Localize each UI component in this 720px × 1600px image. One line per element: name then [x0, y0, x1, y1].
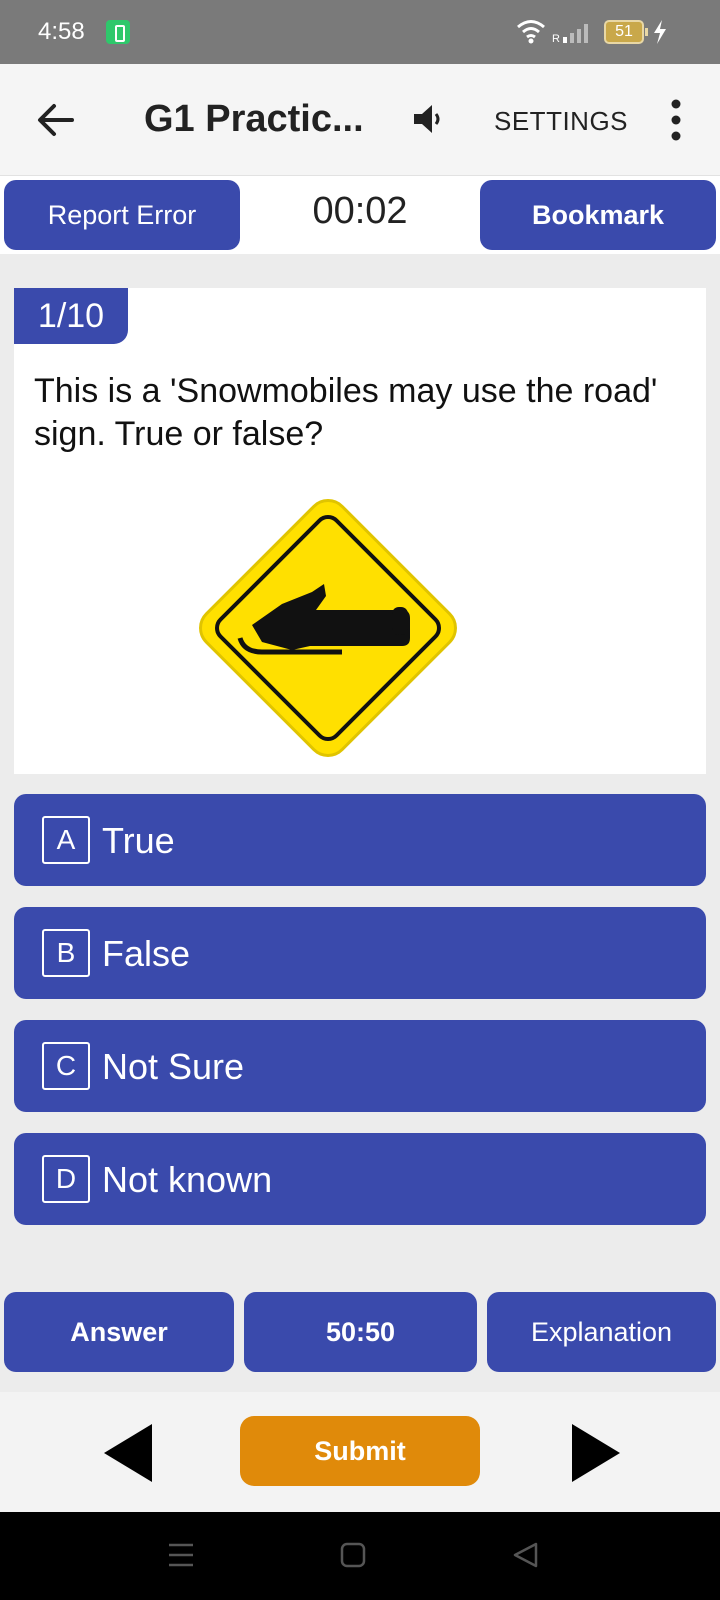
previous-arrow-icon[interactable] [104, 1424, 152, 1482]
more-options-icon[interactable] [664, 98, 688, 142]
option-c-button[interactable]: C Not Sure [14, 1020, 706, 1112]
question-card: 1/10 This is a 'Snowmobiles may use the … [14, 288, 706, 774]
explanation-button[interactable]: Explanation [487, 1292, 716, 1372]
back-icon[interactable] [512, 1542, 538, 1568]
submit-button[interactable]: Submit [240, 1416, 480, 1486]
status-bar: 4:58 R 51 [0, 0, 720, 64]
option-text: Not known [102, 1159, 273, 1200]
status-time: 4:58 [38, 18, 85, 45]
app-bar: G1 Practic... SETTINGS [0, 64, 720, 176]
top-controls: Report Error 00:02 Bookmark [0, 176, 720, 254]
option-letter: C [42, 1042, 90, 1090]
svg-text:R: R [552, 33, 560, 44]
battery-icon: 51 [604, 20, 648, 44]
option-a-button[interactable]: A True [14, 794, 706, 886]
option-d-button[interactable]: D Not known [14, 1133, 706, 1225]
answer-button[interactable]: Answer [4, 1292, 234, 1372]
question-number: 1/10 [14, 288, 128, 344]
question-navigation: Submit [0, 1392, 720, 1512]
system-navigation-bar [0, 1512, 720, 1600]
recent-apps-icon[interactable] [168, 1542, 194, 1568]
option-letter: D [42, 1155, 90, 1203]
report-error-button[interactable]: Report Error [4, 180, 240, 250]
option-text: Not Sure [102, 1046, 245, 1087]
back-arrow-icon[interactable] [36, 100, 76, 140]
option-text: True [102, 820, 175, 861]
signal-icon: R [552, 24, 588, 44]
settings-button[interactable]: SETTINGS [494, 106, 628, 137]
home-icon[interactable] [340, 1542, 366, 1568]
fifty-fifty-button[interactable]: 50:50 [244, 1292, 477, 1372]
option-b-button[interactable]: B False [14, 907, 706, 999]
battery-saver-icon [106, 20, 130, 44]
bookmark-button[interactable]: Bookmark [480, 180, 716, 250]
charging-icon [654, 20, 666, 44]
option-letter: A [42, 816, 90, 864]
option-text: False [102, 933, 191, 974]
page-title: G1 Practic... [144, 98, 364, 140]
wifi-icon [517, 20, 545, 44]
option-letter: B [42, 929, 90, 977]
next-arrow-icon[interactable] [572, 1424, 620, 1482]
battery-level: 51 [615, 23, 633, 40]
snowmobile-sign-image [199, 499, 457, 757]
speaker-icon[interactable] [412, 102, 446, 136]
question-text: This is a 'Snowmobiles may use the road'… [34, 372, 658, 453]
quiz-timer: 00:02 [312, 190, 408, 232]
